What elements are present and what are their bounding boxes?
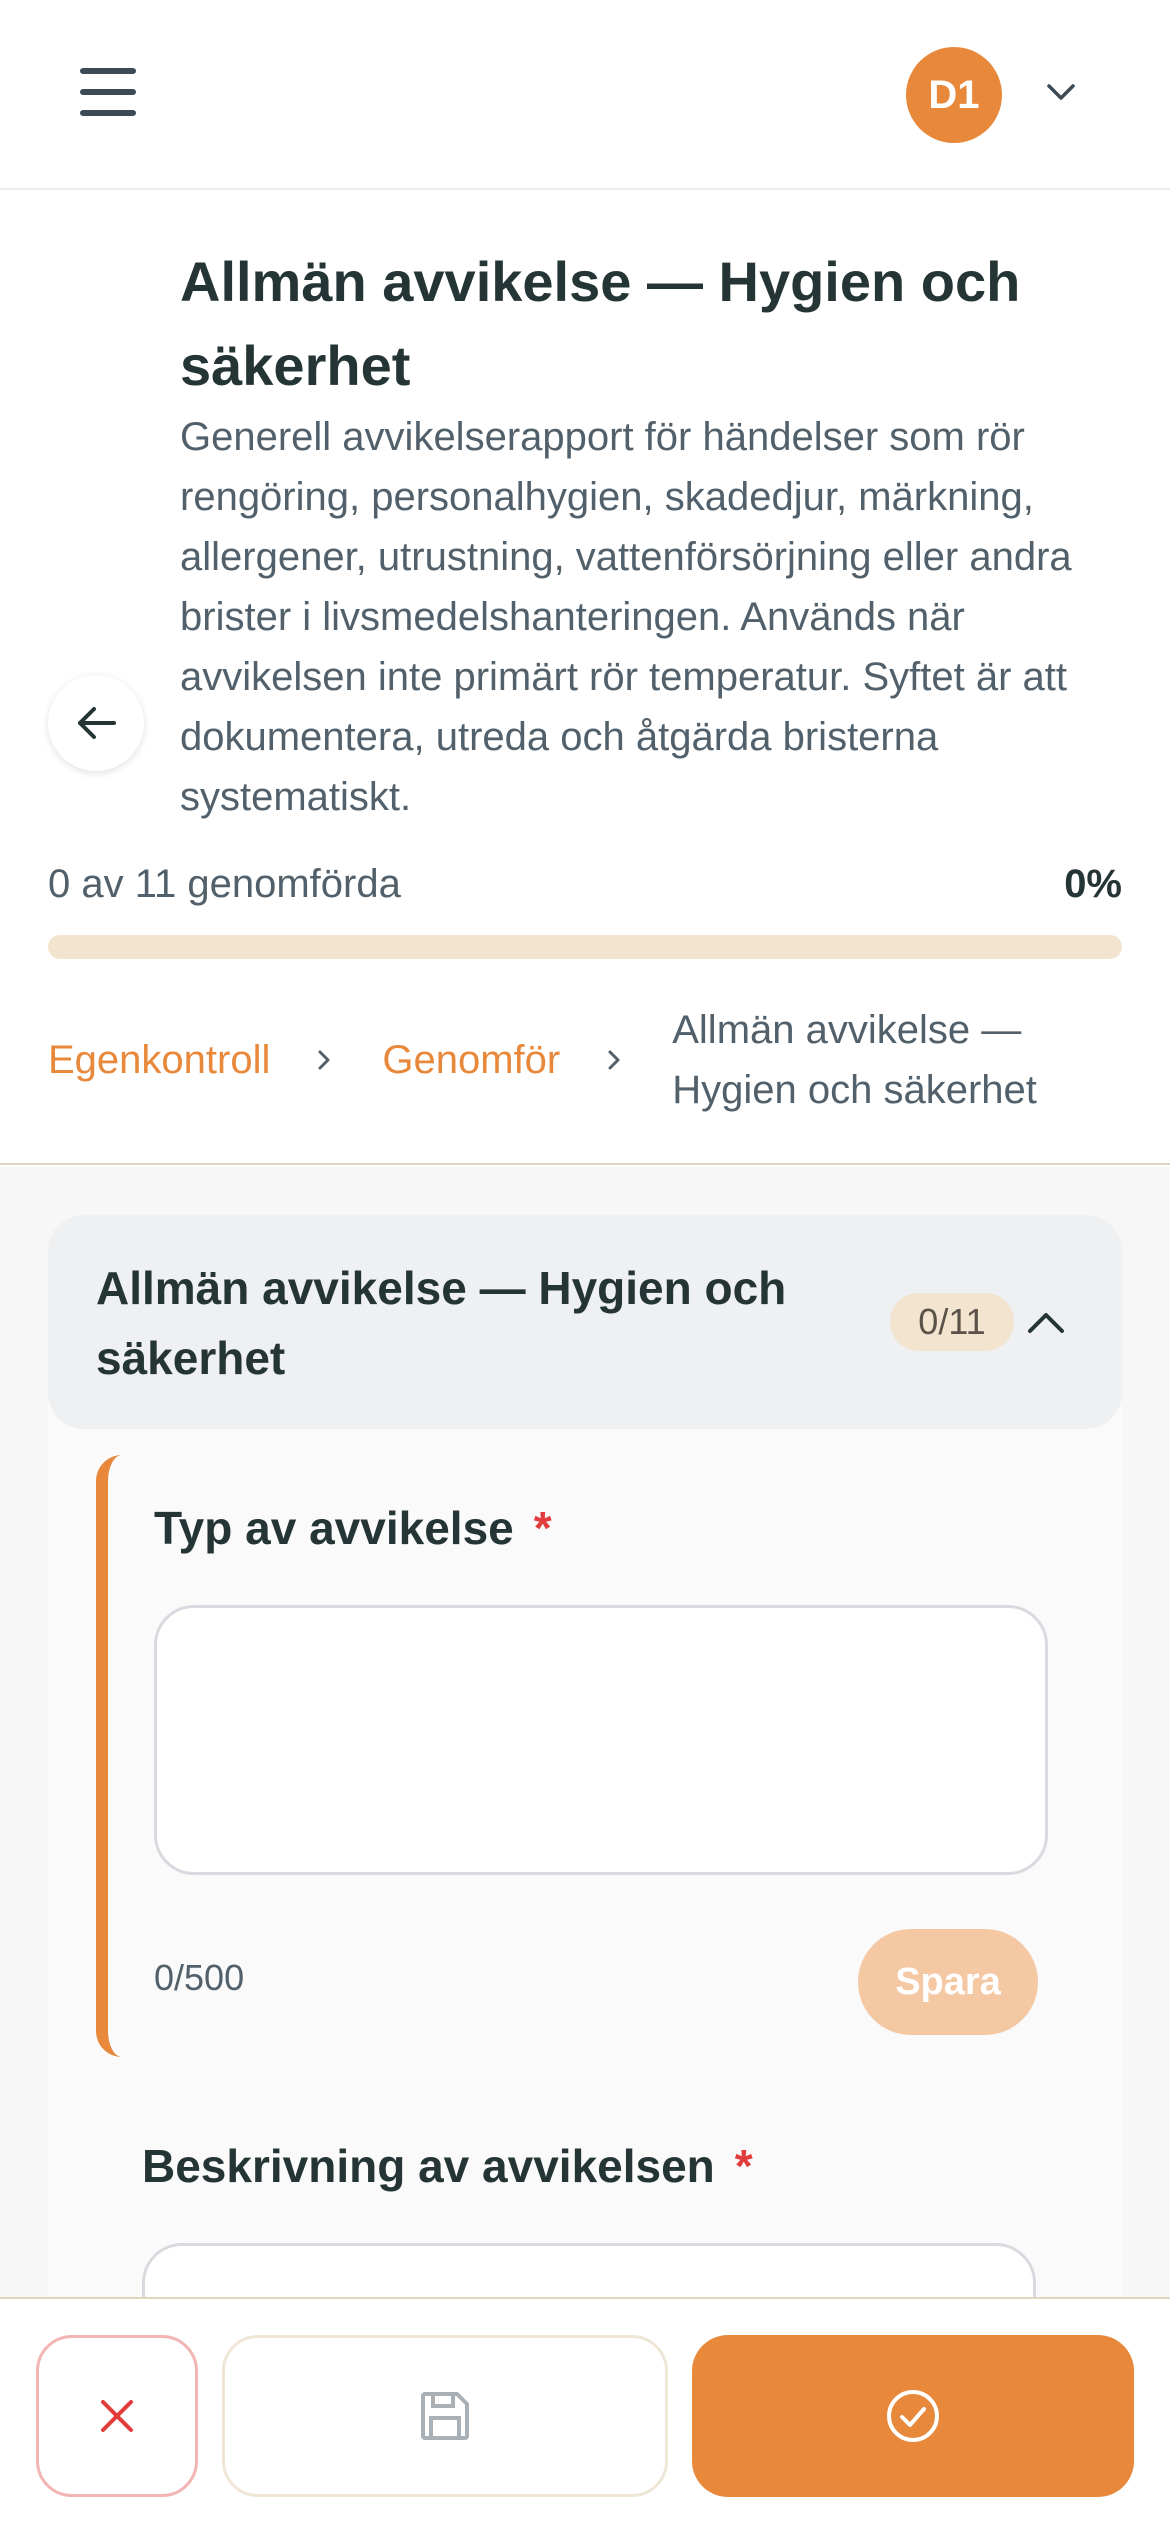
avatar[interactable]: D1	[906, 47, 1002, 143]
save-field-button[interactable]: Spara	[858, 1929, 1038, 2035]
chevron-right-icon	[608, 1050, 620, 1070]
cancel-button[interactable]	[36, 2335, 198, 2497]
section-card: Allmän avvikelse — Hygien och säkerhet 0…	[48, 1215, 1122, 2297]
breadcrumb: Egenkontroll Genomför Allmän avvikelse —…	[48, 1000, 1092, 1120]
section-header[interactable]: Allmän avvikelse — Hygien och säkerhet 0…	[48, 1215, 1122, 1429]
top-bar: D1	[0, 0, 1170, 190]
chevron-up-icon[interactable]	[1024, 1305, 1068, 1337]
main-content: Allmän avvikelse — Hygien och säkerhet 0…	[0, 1167, 1170, 2297]
breadcrumb-current: Allmän avvikelse — Hygien och säkerhet	[672, 1008, 1037, 1112]
page-description: Generell avvikelserapport för händelser …	[180, 415, 1072, 819]
section-title: Allmän avvikelse — Hygien och säkerhet	[96, 1262, 787, 1384]
save-icon	[421, 2392, 469, 2440]
beskrivning-input[interactable]	[142, 2243, 1036, 2297]
close-icon	[101, 2400, 133, 2432]
required-marker: *	[533, 1502, 552, 1554]
chevron-down-icon[interactable]	[1043, 78, 1079, 106]
field-beskrivning: Beskrivning av avvikelsen *	[96, 2093, 1072, 2297]
bottom-action-bar	[0, 2297, 1170, 2532]
check-circle-icon	[887, 2390, 939, 2442]
character-counter: 0/500	[154, 1957, 245, 1998]
page-header: Allmän avvikelse — Hygien och säkerhet G…	[0, 190, 1170, 1165]
hamburger-menu-icon[interactable]	[80, 68, 136, 116]
page-title: Allmän avvikelse — Hygien och säkerhet	[180, 250, 1021, 397]
field-typ-av-avvikelse: Typ av avvikelse * 0/500 Spara	[96, 1455, 1072, 2057]
save-draft-button[interactable]	[222, 2335, 668, 2497]
field-label: Beskrivning av avvikelsen *	[142, 2140, 753, 2192]
progress-percent: 0%	[1064, 862, 1122, 906]
field-label: Typ av avvikelse *	[154, 1502, 552, 1554]
back-button[interactable]	[48, 675, 144, 771]
section-progress-badge: 0/11	[890, 1293, 1014, 1351]
complete-button[interactable]	[692, 2335, 1134, 2497]
breadcrumb-link-egenkontroll[interactable]: Egenkontroll	[48, 1038, 270, 1083]
arrow-left-icon	[78, 707, 116, 739]
progress-bar	[48, 935, 1122, 959]
typ-av-avvikelse-input[interactable]	[154, 1605, 1048, 1875]
breadcrumb-link-genomfor[interactable]: Genomför	[382, 1038, 560, 1083]
required-marker: *	[734, 2140, 753, 2192]
progress-label: 0 av 11 genomförda	[48, 862, 401, 906]
chevron-right-icon	[318, 1050, 330, 1070]
